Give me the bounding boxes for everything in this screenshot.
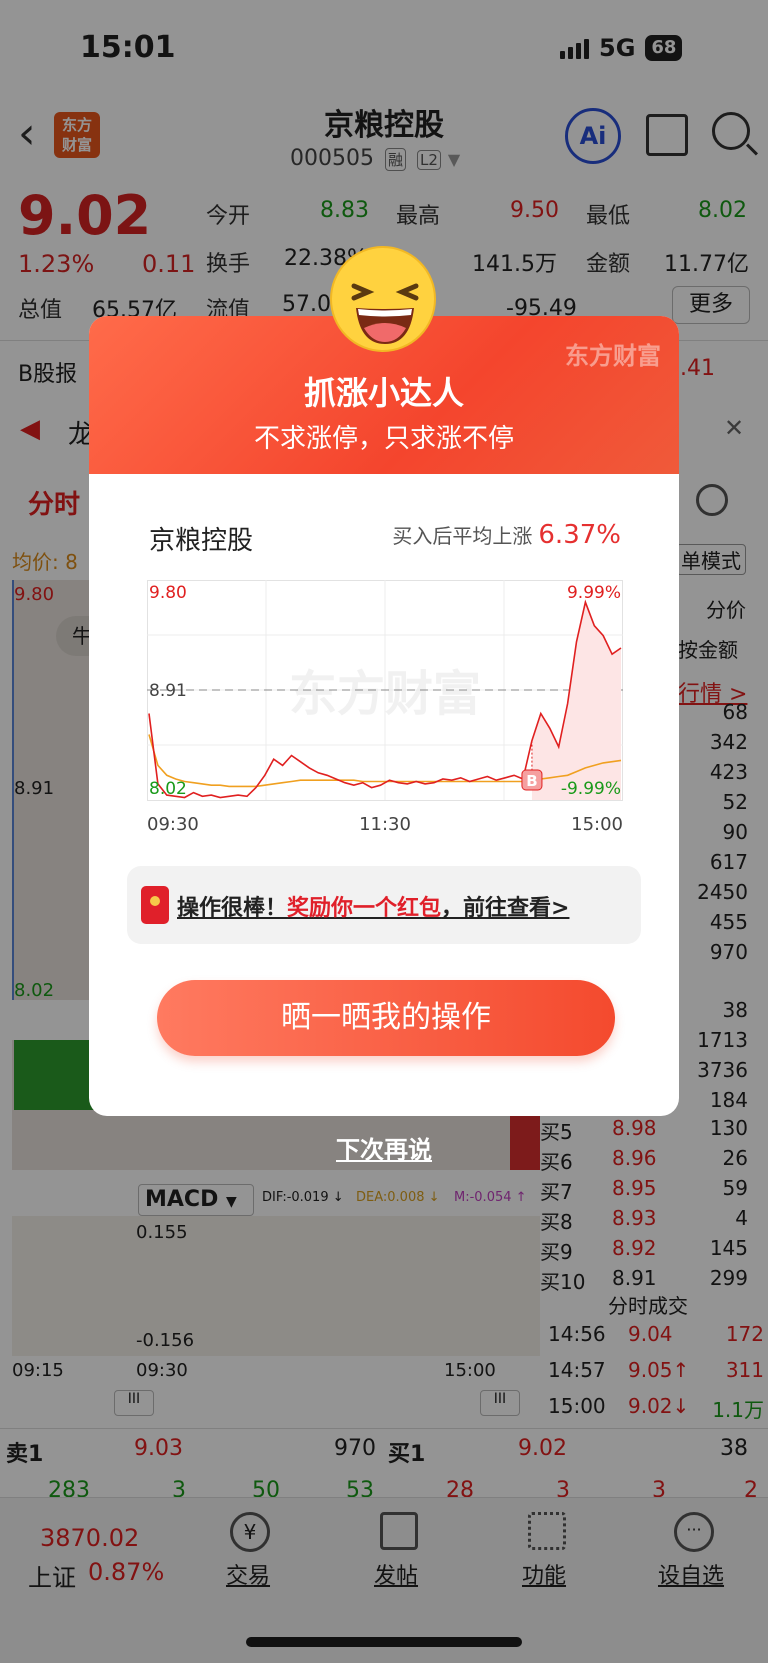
x-tick: 11:30 [359, 814, 411, 835]
red-packet-icon [141, 886, 169, 924]
modal-title: 抓涨小达人 [303, 374, 464, 412]
y-tick-mid: 8.91 [149, 681, 187, 701]
later-link[interactable]: 下次再说 [0, 1130, 768, 1165]
avg-rise-label: 买入后平均上涨 [392, 524, 533, 548]
y-tick-right-top: 9.99% [567, 583, 621, 603]
avg-rise: 买入后平均上涨 6.37% [392, 520, 621, 550]
price-fill-area [531, 602, 621, 800]
brand-watermark: 东方财富 [565, 342, 661, 370]
x-tick: 15:00 [571, 814, 623, 835]
buy-marker-label: B [526, 772, 537, 790]
home-indicator[interactable] [246, 1637, 522, 1647]
avg-rise-value: 6.37% [538, 520, 621, 550]
y-tick-bottom: 8.02 [149, 779, 187, 799]
red-packet-banner[interactable]: 操作很棒！奖励你一个红包，前往查看> [127, 866, 641, 944]
modal-stock-name: 京粮控股 [149, 526, 254, 556]
mini-price-chart: 东方财富 B9.808.918.029.99%-9.99%09:30 11:30 1… [147, 580, 623, 835]
share-operation-button[interactable]: 晒一晒我的操作 [157, 980, 615, 1056]
laughing-emoji-icon [330, 246, 436, 352]
x-tick: 09:30 [147, 814, 199, 835]
y-tick-right-bottom: -9.99% [561, 779, 621, 799]
achievement-modal: 东方财富 抓涨小达人 不求涨停，只求涨不停 京粮控股 买入后平均上涨 6.37% … [89, 316, 679, 1116]
red-packet-text[interactable]: 操作很棒！奖励你一个红包，前往查看> [177, 890, 569, 922]
modal-subtitle: 不求涨停，只求涨不停 [253, 424, 514, 454]
y-tick-top: 9.80 [149, 583, 187, 603]
